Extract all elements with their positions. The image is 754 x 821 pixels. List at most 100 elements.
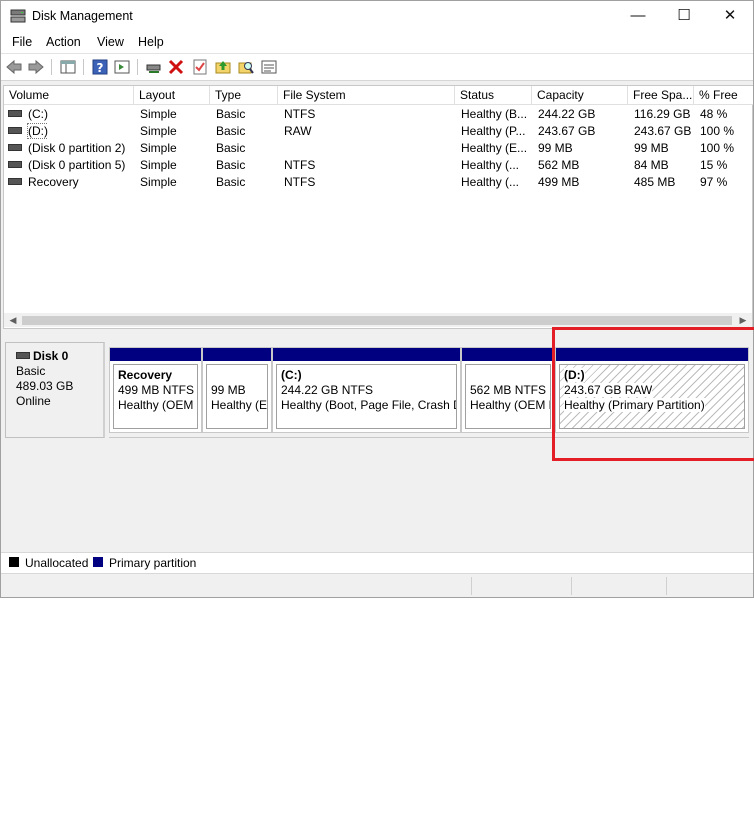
table-row[interactable]: (Disk 0 partition 5) Simple Basic NTFS H… (4, 157, 753, 174)
col-capacity[interactable]: Capacity (532, 86, 628, 104)
status-pane (666, 577, 753, 595)
primary-partition-bar (203, 348, 271, 361)
cell-type: Basic (216, 107, 246, 121)
partition-size: 562 MB NTFS (470, 383, 547, 397)
list-view-icon[interactable] (260, 58, 278, 76)
toolbar-separator (83, 59, 84, 75)
disk-graphical-view: Disk 0 Basic 489.03 GB Online Recovery 4… (3, 335, 753, 547)
maximize-button[interactable]: ☐ (661, 1, 707, 31)
cell-capacity: 244.22 GB (538, 107, 596, 121)
table-row[interactable]: (C:) Simple Basic NTFS Healthy (B... 244… (4, 106, 753, 123)
search-folder-icon[interactable] (237, 58, 255, 76)
scroll-right-icon[interactable]: ▶ (736, 313, 750, 327)
cell-capacity: 243.67 GB (538, 124, 596, 138)
menu-action[interactable]: Action (46, 35, 81, 49)
volume-icon (8, 178, 22, 186)
partition-recovery[interactable]: Recovery 499 MB NTFS Healthy (OEM (109, 347, 202, 433)
properties-check-icon[interactable] (191, 58, 209, 76)
partition-status: Healthy (Primary Partition) (564, 398, 705, 412)
toolbar-separator (137, 59, 138, 75)
console-tree-icon[interactable] (59, 58, 77, 76)
cell-volume: (Disk 0 partition 5) (28, 158, 126, 172)
col-free-space[interactable]: Free Spa... (628, 86, 694, 104)
cell-status: Healthy (... (461, 175, 520, 189)
close-button[interactable]: ✕ (707, 1, 753, 31)
col-layout[interactable]: Layout (134, 86, 210, 104)
table-row[interactable]: Recovery Simple Basic NTFS Healthy (... … (4, 174, 753, 191)
back-arrow-icon[interactable] (5, 58, 23, 76)
disk-icon (16, 352, 30, 360)
partition-efi[interactable]: 99 MB Healthy (E (202, 347, 272, 433)
cell-status: Healthy (P... (461, 124, 526, 138)
volume-icon (8, 144, 22, 152)
volume-list-header: Volume Layout Type File System Status Ca… (4, 86, 753, 105)
partition-d[interactable]: (D:) 243.67 GB RAW Healthy (Primary Part… (555, 347, 749, 433)
cell-file-system: NTFS (284, 107, 316, 121)
legend-primary-partition: Primary partition (109, 556, 197, 570)
menu-bar: File Action View Help (1, 31, 753, 54)
partition-name: (D:) (564, 368, 585, 382)
partition-body: 99 MB Healthy (E (206, 364, 268, 429)
partition-size: 99 MB (211, 383, 246, 397)
unallocated-swatch (9, 557, 19, 567)
volume-icon (8, 110, 22, 118)
cell-free-space: 84 MB (634, 158, 669, 172)
scrollbar-thumb[interactable] (22, 316, 732, 325)
partition-body-selected: (D:) 243.67 GB RAW Healthy (Primary Part… (559, 364, 745, 429)
legend-unallocated: Unallocated (25, 556, 89, 570)
status-bar (1, 573, 753, 597)
disk-row-divider (109, 437, 749, 438)
help-icon[interactable]: ? (91, 58, 109, 76)
partition-body: 562 MB NTFS Healthy (OEM F (465, 364, 551, 429)
legend: Unallocated Primary partition (1, 552, 753, 573)
cell-percent-free: 15 % (700, 158, 728, 172)
title-bar[interactable]: Disk Management — ☐ ✕ (1, 1, 753, 31)
table-row[interactable]: (Disk 0 partition 2) Simple Basic Health… (4, 140, 753, 157)
connect-disk-icon[interactable] (145, 58, 163, 76)
col-percent-free[interactable]: % Free (694, 86, 752, 104)
folder-up-icon[interactable] (214, 58, 232, 76)
cell-status: Healthy (... (461, 158, 520, 172)
cell-layout: Simple (140, 175, 177, 189)
disk-0-label[interactable]: Disk 0 Basic 489.03 GB Online (5, 342, 105, 438)
cell-free-space: 243.67 GB (634, 124, 692, 138)
partition-5[interactable]: 562 MB NTFS Healthy (OEM F (461, 347, 555, 433)
horizontal-scrollbar[interactable]: ◀ ▶ (4, 313, 752, 327)
status-pane (571, 577, 667, 595)
menu-view[interactable]: View (97, 35, 124, 49)
partition-name: (C:) (281, 368, 302, 382)
minimize-button[interactable]: — (615, 1, 661, 31)
partition-size: 499 MB NTFS (118, 383, 195, 397)
cell-status: Healthy (E... (461, 141, 528, 155)
partition-c[interactable]: (C:) 244.22 GB NTFS Healthy (Boot, Page … (272, 347, 461, 433)
cell-status: Healthy (B... (461, 107, 528, 121)
toolbar-separator (51, 59, 52, 75)
primary-partition-bar (110, 348, 201, 361)
primary-partition-bar (462, 348, 554, 361)
col-type[interactable]: Type (210, 86, 278, 104)
cell-layout: Simple (140, 107, 177, 121)
menu-file[interactable]: File (12, 35, 32, 49)
cell-free-space: 116.29 GB (634, 107, 691, 121)
cell-type: Basic (216, 158, 246, 172)
cell-percent-free: 97 % (700, 175, 728, 189)
col-status[interactable]: Status (455, 86, 532, 104)
cell-capacity: 562 MB (538, 158, 580, 172)
cell-file-system: NTFS (284, 158, 316, 172)
cell-type: Basic (216, 141, 246, 155)
cell-percent-free: 100 % (700, 124, 735, 138)
primary-partition-bar (273, 348, 460, 361)
action-pane-icon[interactable] (113, 58, 131, 76)
scroll-left-icon[interactable]: ◀ (6, 313, 20, 327)
forward-arrow-icon[interactable] (27, 58, 45, 76)
col-file-system[interactable]: File System (278, 86, 455, 104)
cell-capacity: 499 MB (538, 175, 580, 189)
delete-x-icon[interactable] (167, 58, 185, 76)
volume-list: Volume Layout Type File System Status Ca… (3, 85, 753, 329)
col-volume[interactable]: Volume (4, 86, 134, 104)
partition-size: 244.22 GB NTFS (281, 383, 374, 397)
cell-layout: Simple (140, 141, 177, 155)
disk-state: Online (16, 394, 51, 408)
menu-help[interactable]: Help (138, 35, 164, 49)
table-row[interactable]: (D:) Simple Basic RAW Healthy (P... 243.… (4, 123, 753, 140)
